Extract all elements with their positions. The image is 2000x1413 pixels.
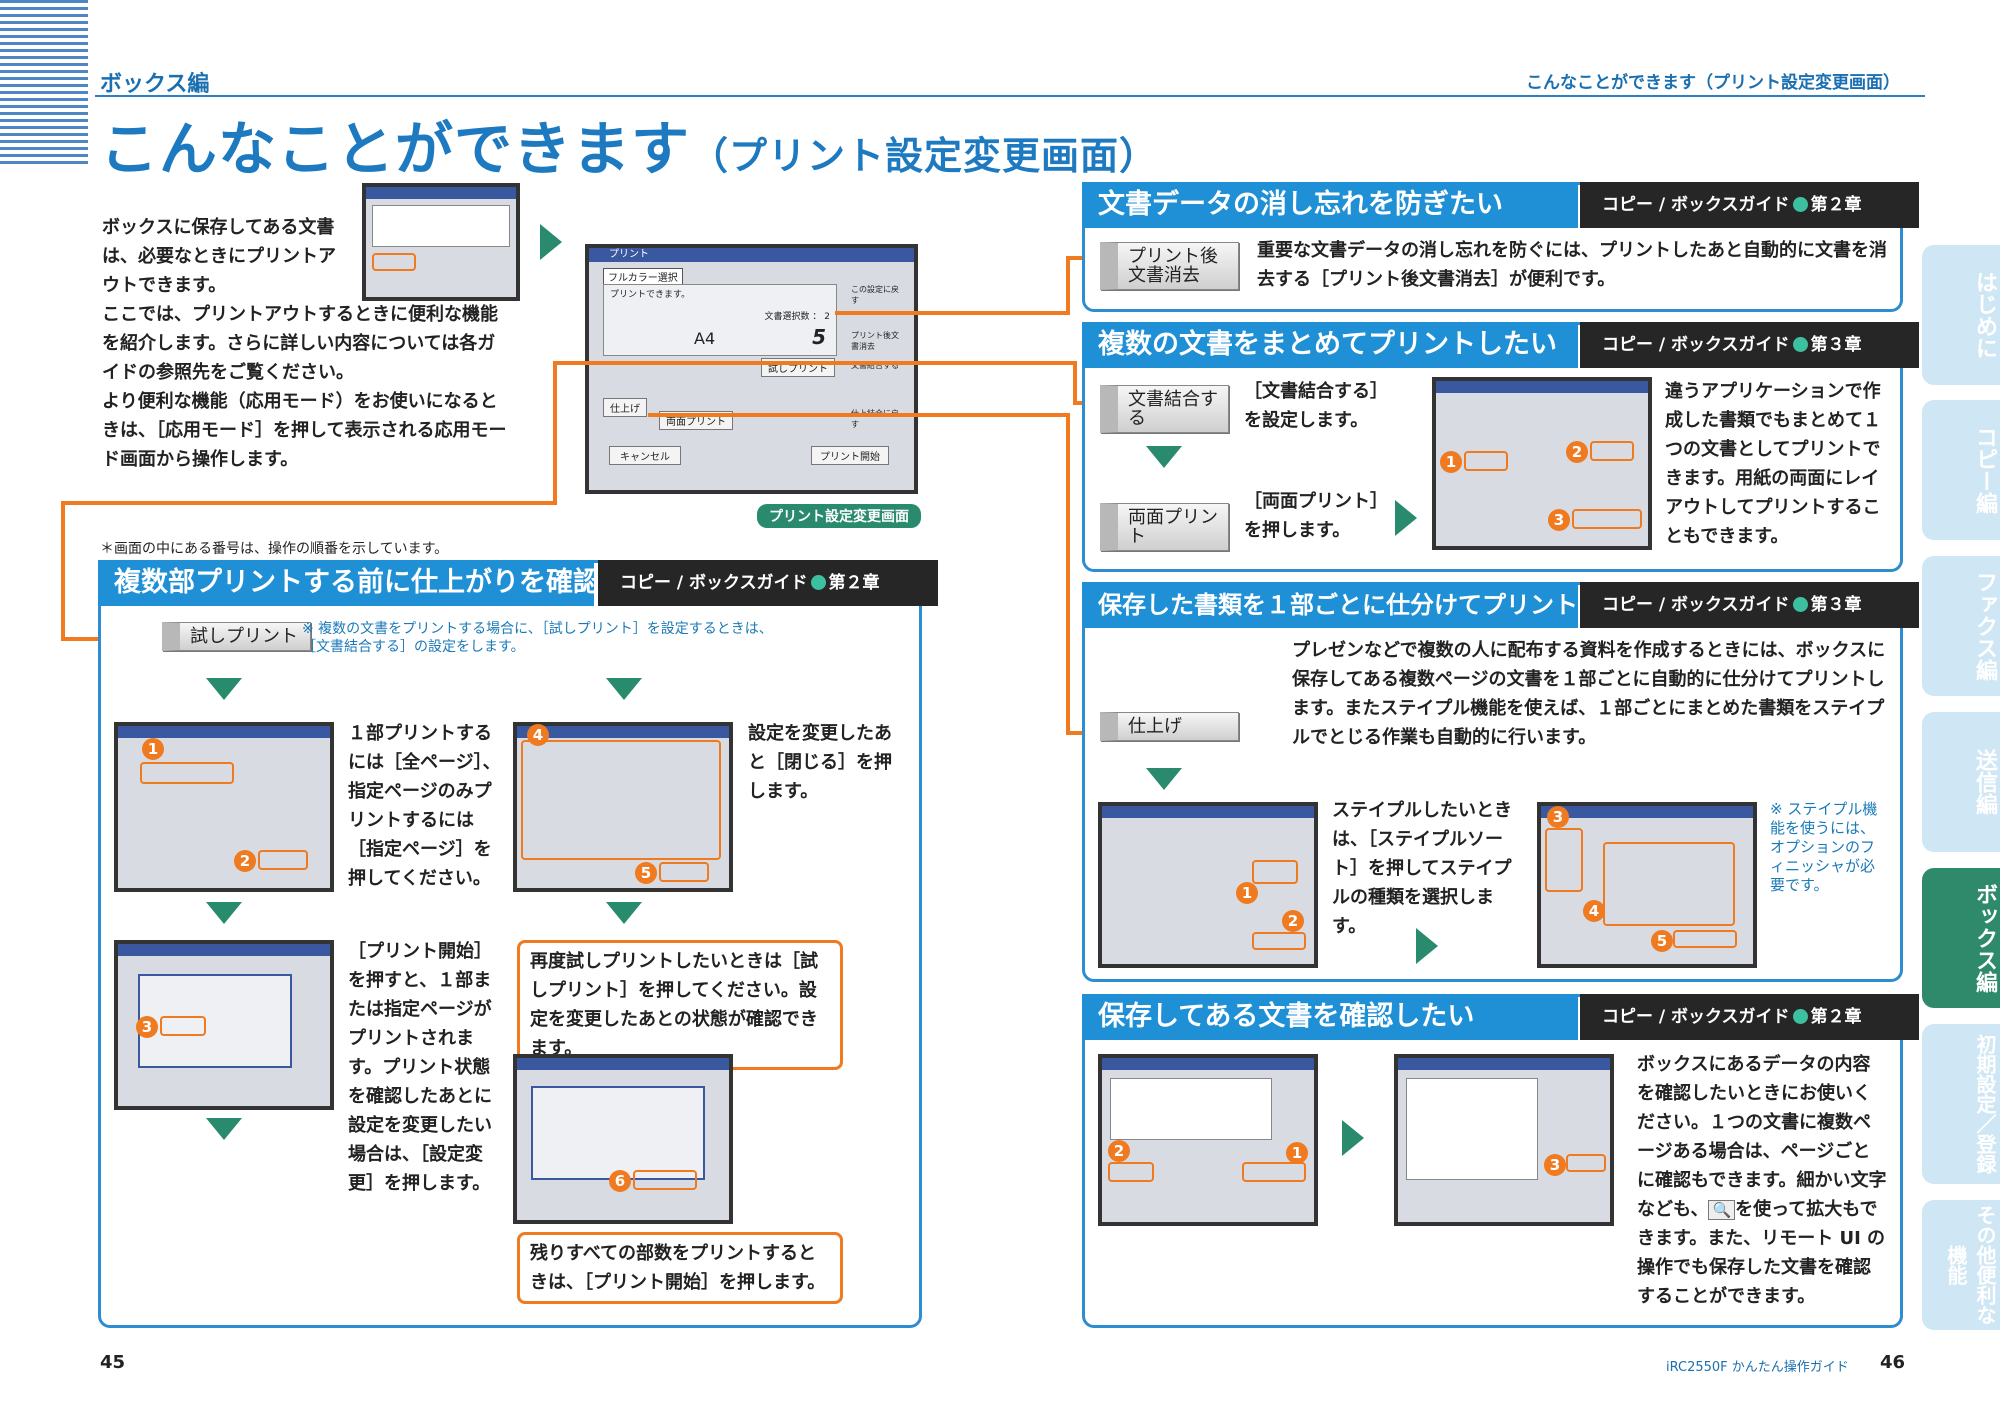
finish-button[interactable]: 仕上げ: [1100, 712, 1239, 741]
merge-text2: ［両面プリント］を押します。: [1244, 491, 1379, 541]
step-number: 6: [609, 1170, 631, 1192]
trial-note: ※ 複数の文書をプリントする場合に、［試しプリント］を設定するときは、［文書結合…: [302, 621, 773, 655]
arrow-down: [606, 678, 642, 700]
preview-screenshot: 3: [1394, 1054, 1614, 1226]
check-guide-ref: コピー / ボックスガイド 第２章: [1580, 994, 1919, 1040]
trial-text1: １部プリントするには［全ページ］、指定ページのみプリントするには［指定ページ］を…: [348, 723, 501, 889]
trial-text3: ［プリント開始］を押すと、１部または指定ページがプリントされます。プリント状態を…: [348, 941, 492, 1194]
step-number: 3: [1544, 1154, 1566, 1176]
erase-chapter: 第２章: [1810, 195, 1862, 215]
step-number: 1: [1286, 1142, 1308, 1164]
erase-heading: 文書データの消し忘れを防ぎたい: [1082, 182, 1578, 228]
tab-other[interactable]: その他便利な機能: [1922, 1200, 2000, 1330]
check-chapter: 第２章: [1810, 1007, 1862, 1027]
tab-hajimeni[interactable]: はじめに: [1922, 245, 2000, 385]
check-guide: コピー / ボックスガイド: [1602, 1007, 1790, 1027]
merge-heading: 複数の文書をまとめてプリントしたい: [1082, 322, 1578, 368]
trial-callout1: 再度試しプリントしたいときは［試しプリント］を押してください。設定を変更したあと…: [517, 940, 843, 1070]
merge-guide-ref: コピー / ボックスガイド 第３章: [1580, 322, 1919, 368]
staple-screenshot: 3 4 5: [1537, 802, 1757, 968]
tab-box[interactable]: ボックス編: [1922, 868, 2000, 1008]
step-number: 1: [1440, 451, 1462, 473]
merge-guide: コピー / ボックスガイド: [1602, 335, 1790, 355]
arrow-right: [1395, 500, 1417, 536]
arrow-right: [1416, 928, 1438, 964]
step-number: 2: [1566, 441, 1588, 463]
check-heading: 保存してある文書を確認したい: [1082, 994, 1578, 1040]
erase-guide-ref: コピー / ボックスガイド 第２章: [1580, 182, 1919, 228]
staple-note: ※ ステイプル機能を使うには、オプションのフィニッシャが必要です。: [1770, 800, 1878, 894]
guide-dot-icon: [1792, 597, 1808, 612]
trial-heading: 複数部プリントする前に仕上がりを確認したい: [98, 560, 681, 606]
settings-change-screenshot: 4 5: [513, 722, 733, 892]
erase-text: 重要な文書データの消し忘れを防ぐには、プリントしたあと自動的に文書を消去する［プ…: [1257, 240, 1887, 290]
arrow-down: [1146, 768, 1182, 790]
erase-guide: コピー / ボックスガイド: [1602, 195, 1790, 215]
erase-button[interactable]: プリント後文書消去: [1100, 242, 1239, 290]
right-page-number: 46: [1880, 1352, 1906, 1373]
sort-chapter: 第３章: [1810, 595, 1862, 615]
step-number: 5: [1651, 930, 1673, 952]
sort-text2: ステイプルしたいときは、［ステイプルソート］を押してステイプルの種類を選択します…: [1332, 800, 1512, 937]
guide-dot-icon: [1792, 337, 1808, 352]
guide-dot-icon: [1792, 197, 1808, 212]
zoom-icon: 🔍: [1708, 1200, 1736, 1220]
arrow-down: [1146, 446, 1182, 468]
step-number: 3: [1548, 509, 1570, 531]
guide-dot-icon: [810, 575, 826, 590]
step-number: 1: [1236, 882, 1258, 904]
trial-guide: コピー / ボックスガイド: [620, 573, 808, 593]
step-number: 5: [635, 862, 657, 884]
arrow-right: [1342, 1120, 1364, 1156]
guide-name: iRC2550F かんたん操作ガイド: [1666, 1360, 1849, 1375]
trial-chapter: 第２章: [828, 573, 880, 593]
tab-settings[interactable]: 初期設定／登録: [1922, 1024, 2000, 1184]
merge-button[interactable]: 文書結合する: [1100, 385, 1229, 433]
step-number: 2: [234, 850, 256, 872]
sort-guide-ref: コピー / ボックスガイド 第３章: [1580, 582, 1919, 628]
left-page-number: 45: [100, 1352, 126, 1373]
page-select-screenshot: 1 2: [114, 722, 334, 892]
box-contents-screenshot: 2 1: [1098, 1054, 1318, 1226]
step-number: 4: [1583, 900, 1605, 922]
step-number: 3: [1547, 806, 1569, 828]
arrow-down: [206, 902, 242, 924]
retry-screenshot: 6: [513, 1054, 733, 1224]
footnote: ＊画面の中にある番号は、操作の順番を示しています。: [100, 541, 449, 557]
tab-fax[interactable]: ファクス編: [1922, 556, 2000, 696]
sort-guide: コピー / ボックスガイド: [1602, 595, 1790, 615]
arrow-down: [206, 1118, 242, 1140]
print-status-screenshot: 3: [114, 940, 334, 1110]
arrow-down: [206, 678, 242, 700]
sort-text1: プレゼンなどで複数の人に配布する資料を作成するときには、ボックスに保存してある複…: [1292, 640, 1886, 748]
merge-chapter: 第３章: [1810, 335, 1862, 355]
arrow-down: [606, 902, 642, 924]
merge-text1: ［文書結合する］を設定します。: [1244, 381, 1388, 431]
check-text-a: ボックスにあるデータの内容を確認したいときにお使いください。１つの文書に複数ペー…: [1637, 1054, 1887, 1220]
trial-guide-ref: コピー / ボックスガイド 第２章: [598, 560, 938, 606]
trial-text2: 設定を変更したあと［閉じる］を押します。: [748, 723, 892, 802]
step-number: 2: [1282, 910, 1304, 932]
guide-dot-icon: [1792, 1009, 1808, 1024]
sort-screenshot: 1 2: [1098, 802, 1318, 968]
duplex-button[interactable]: 両面プリント: [1100, 503, 1229, 551]
tab-copy[interactable]: コピー編: [1922, 400, 2000, 540]
sort-heading: 保存した書類を１部ごとに仕分けてプリントしたい: [1082, 582, 1650, 628]
merge-screenshot: 1 2 3: [1432, 377, 1652, 550]
check-text: ボックスにあるデータの内容を確認したいときにお使いください。１つの文書に複数ペー…: [1637, 1050, 1887, 1311]
tab-send[interactable]: 送信編: [1922, 712, 2000, 852]
merge-text3: 違うアプリケーションで作成した書類でもまとめて１つの文書としてプリントできます。…: [1665, 381, 1881, 547]
step-number: 2: [1108, 1140, 1130, 1162]
step-number: 1: [142, 738, 164, 760]
trial-print-button[interactable]: 試しプリント: [162, 622, 311, 651]
trial-callout2: 残りすべての部数をプリントするときは、［プリント開始］を押します。: [517, 1232, 843, 1304]
step-number: 3: [136, 1016, 158, 1038]
